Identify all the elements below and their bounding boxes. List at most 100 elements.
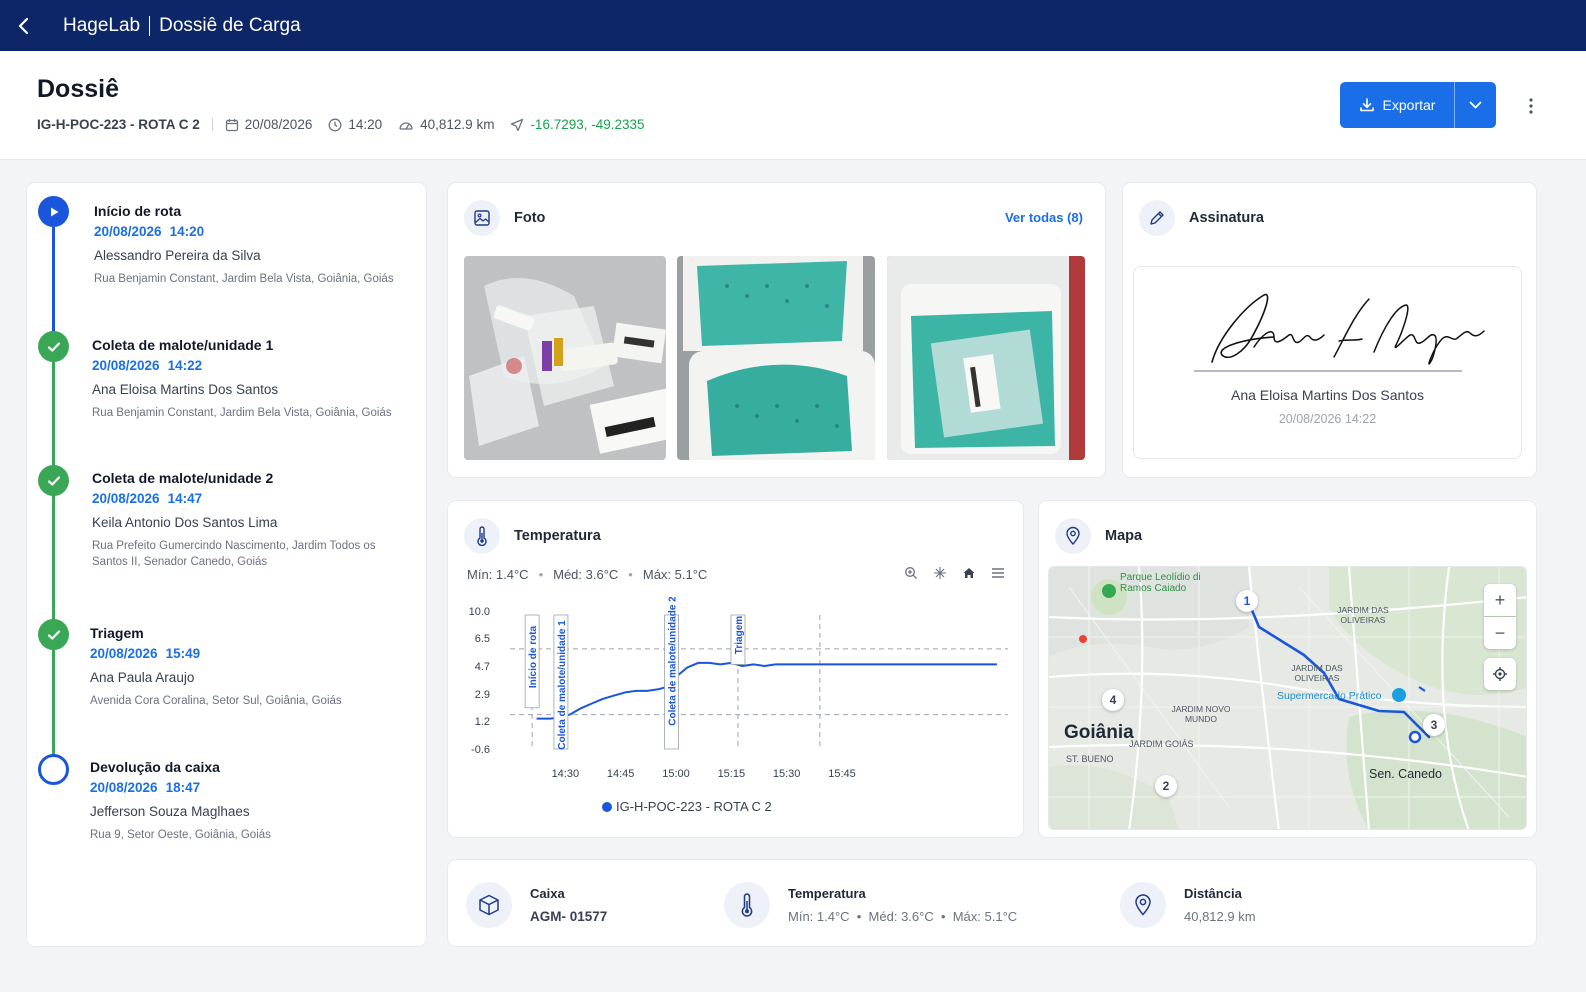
chart-legend[interactable]: IG-H-POC-223 - ROTA C 2 xyxy=(602,799,772,814)
check-icon xyxy=(38,465,69,496)
photo-thumbnail[interactable] xyxy=(887,256,1085,460)
map-label: JARDIM GOIÁS xyxy=(1129,739,1194,749)
signature-card: Assinatura Ana Eloisa Martins Dos Santos… xyxy=(1122,182,1537,478)
menu-icon[interactable] xyxy=(990,565,1006,581)
timeline-step-text: Devolução da caixa 20/08/2026 18:47 Jeffe… xyxy=(90,759,420,843)
temperature-series-line xyxy=(536,661,997,720)
meta-date: 20/08/2026 xyxy=(225,117,312,132)
legend-swatch xyxy=(602,801,612,812)
map-label: JARDIM DAS OLIVEIRAS xyxy=(1291,663,1343,683)
export-dropdown-button[interactable] xyxy=(1454,82,1496,128)
locate-me-icon[interactable] xyxy=(1484,658,1516,690)
meta-time: 14:20 xyxy=(328,117,382,132)
page-name: Dossiê de Carga xyxy=(159,14,301,36)
stat-separator: • xyxy=(538,567,544,582)
timeline-step-person: Alessandro Pereira da Silva xyxy=(94,248,261,263)
map-label: Supermercado Prático xyxy=(1277,690,1382,702)
photo-thumbnail[interactable] xyxy=(677,256,875,460)
map-label: JARDIM DAS OLIVEIRAS xyxy=(1337,605,1389,625)
page-title: Dossiê xyxy=(37,75,119,103)
export-main-button[interactable]: Exportar xyxy=(1340,82,1454,128)
zoom-in-button[interactable]: + xyxy=(1484,584,1516,616)
navigation-pin-icon xyxy=(511,118,524,131)
timeline-step-date: 20/08/2026 xyxy=(92,491,160,506)
signature-box: Ana Eloisa Martins Dos Santos 20/08/2026… xyxy=(1133,266,1522,459)
signature-drawing xyxy=(1194,293,1485,372)
photo-card: Foto Ver todas (8) xyxy=(447,182,1106,478)
download-icon xyxy=(1359,98,1374,112)
summary-distance-value: 40,812.9 km xyxy=(1184,909,1256,924)
signature-datetime: 20/08/2026 14:22 xyxy=(1278,412,1377,426)
temp-avg: Méd: 3.6°C xyxy=(553,567,619,582)
chart-toolbar xyxy=(903,565,1006,581)
export-label: Exportar xyxy=(1382,97,1436,113)
timeline-step-address: Avenida Cora Coralina, Setor Sul, Goiâni… xyxy=(90,695,342,707)
pen-icon xyxy=(1139,200,1175,236)
meta-distance: 40,812.9 km xyxy=(398,117,494,132)
timeline-step-title: Coleta de malote/unidade 1 xyxy=(92,337,274,353)
export-button[interactable]: Exportar xyxy=(1340,82,1496,128)
temp-min: Mín: 1.4°C xyxy=(467,567,529,582)
map-card-title: Mapa xyxy=(1105,528,1143,544)
more-options-icon[interactable] xyxy=(1522,95,1540,117)
event-marker-label: Coleta de malote/unidade 1 xyxy=(557,620,568,750)
timeline-step-date: 20/08/2026 xyxy=(94,224,162,239)
signature-card-title: Assinatura xyxy=(1189,210,1264,226)
x-tick-label: 14:30 xyxy=(552,768,580,780)
timeline-step-time: 14:22 xyxy=(167,358,203,373)
map-label: ST. BUENO xyxy=(1066,754,1114,764)
y-tick-label: 2.9 xyxy=(475,689,490,701)
event-marker-label: Coleta de malote/unidade 2 xyxy=(668,597,679,726)
zoom-icon[interactable] xyxy=(903,565,919,581)
timeline-step-person: Ana Paula Araujo xyxy=(90,670,195,685)
signer-name: Ana Eloisa Martins Dos Santos xyxy=(1231,387,1424,403)
timeline-step-text: Coleta de malote/unidade 1 20/08/2026 14:… xyxy=(92,337,422,421)
play-icon xyxy=(38,196,69,227)
see-all-photos-link[interactable]: Ver todas (8) xyxy=(1005,210,1083,225)
summary-distance-label: Distância xyxy=(1184,886,1242,901)
timeline-step-datetime: 20/08/2026 15:49 xyxy=(90,646,420,661)
route-stop-marker[interactable]: 3 xyxy=(1423,714,1445,736)
timeline-card: Início de rota 20/08/2026 14:20 Alessandr… xyxy=(26,182,427,947)
location-pin-icon xyxy=(1055,518,1091,554)
route-code: IG-H-POC-223 - ROTA C 2 xyxy=(37,117,200,132)
x-tick-label: 15:45 xyxy=(828,768,856,780)
x-tick-label: 14:45 xyxy=(607,768,635,780)
route-stop-marker[interactable]: 4 xyxy=(1102,689,1124,711)
timeline-step-address: Rua Prefeito Gumercindo Nascimento, Jard… xyxy=(92,540,376,568)
pan-icon[interactable] xyxy=(932,565,948,581)
timeline-step-title: Início de rota xyxy=(94,203,182,219)
meta-coords-text: -16.7293, -49.2335 xyxy=(530,117,645,132)
x-tick-label: 15:15 xyxy=(718,768,746,780)
app-title: HageLab Dossiê de Carga xyxy=(63,15,301,37)
meta-distance-text: 40,812.9 km xyxy=(420,117,495,132)
timeline-step-date: 20/08/2026 xyxy=(90,780,158,795)
map-card-header: Mapa xyxy=(1055,518,1142,554)
signature-card-header: Assinatura xyxy=(1139,200,1264,236)
map-view[interactable]: Goiânia Sen. Canedo JARDIM DAS OLIVEIRAS… xyxy=(1048,566,1527,830)
timeline-step-time: 14:47 xyxy=(167,491,203,506)
home-icon[interactable] xyxy=(961,565,977,581)
route-stop-marker[interactable]: 2 xyxy=(1155,775,1177,797)
timeline-step-datetime: 20/08/2026 18:47 xyxy=(90,780,420,795)
chevron-down-icon xyxy=(1469,101,1482,109)
temperature-stats: Mín: 1.4°C • Méd: 3.6°C • Máx: 5.1°C xyxy=(467,567,707,582)
legend-label: IG-H-POC-223 - ROTA C 2 xyxy=(616,799,772,814)
route-stop-marker[interactable]: 1 xyxy=(1236,590,1258,612)
thermometer-icon xyxy=(724,882,770,928)
box-icon xyxy=(466,882,512,928)
page-header: Dossiê IG-H-POC-223 - ROTA C 2 20/08/202… xyxy=(0,51,1586,160)
back-arrow-icon[interactable] xyxy=(14,16,34,36)
timeline-step-time: 14:20 xyxy=(169,224,205,239)
event-marker-label: Triagem xyxy=(734,616,745,654)
meta-coords: -16.7293, -49.2335 xyxy=(510,117,645,132)
y-tick-label: -0.6 xyxy=(471,744,490,756)
timeline-step-address: Rua Benjamin Constant, Jardim Bela Vista… xyxy=(94,273,394,285)
temperature-chart: 10.0 6.5 4.7 2.9 1.2 -0.6 14:30 14:45 15:00 15:15… xyxy=(469,597,1008,780)
zoom-out-button[interactable]: − xyxy=(1484,617,1516,649)
top-bar: HageLab Dossiê de Carga xyxy=(0,0,1586,51)
photo-thumbnail[interactable] xyxy=(464,256,666,460)
timeline-step-title: Devolução da caixa xyxy=(90,759,220,775)
timeline-step-person: Keila Antonio Dos Santos Lima xyxy=(92,515,278,530)
map-card: Mapa Goiânia Sen. Canedo JARDIM DAS OLIV… xyxy=(1038,500,1537,838)
